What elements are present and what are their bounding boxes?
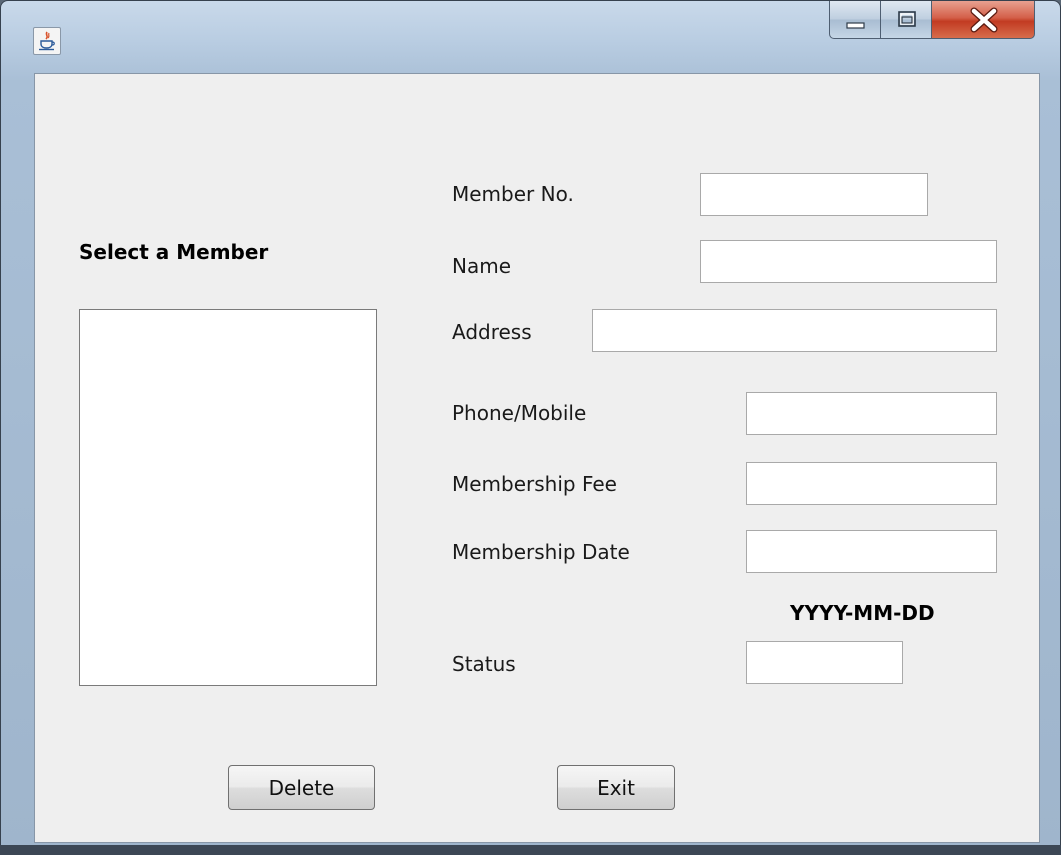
- membership-fee-label: Membership Fee: [452, 472, 617, 496]
- window-controls: [829, 1, 1035, 41]
- minimize-button[interactable]: [829, 1, 881, 39]
- member-no-input[interactable]: [700, 173, 928, 216]
- membership-date-label: Membership Date: [452, 540, 630, 564]
- membership-date-input[interactable]: [746, 530, 997, 573]
- phone-label: Phone/Mobile: [452, 401, 587, 425]
- application-window: Select a Member Member No. Name Address …: [0, 0, 1061, 855]
- exit-button[interactable]: Exit: [557, 765, 675, 810]
- address-label: Address: [452, 320, 532, 344]
- address-input[interactable]: [592, 309, 997, 352]
- member-no-label: Member No.: [452, 182, 574, 206]
- form-panel: Select a Member Member No. Name Address …: [34, 73, 1040, 843]
- close-button[interactable]: [931, 1, 1035, 39]
- membership-fee-input[interactable]: [746, 462, 997, 505]
- close-icon: [970, 7, 998, 33]
- maximize-button[interactable]: [880, 1, 932, 39]
- status-input[interactable]: [746, 641, 903, 684]
- select-member-heading: Select a Member: [79, 240, 269, 264]
- member-list[interactable]: [79, 309, 377, 686]
- desktop-background: [0, 845, 1061, 855]
- maximize-icon: [898, 11, 916, 27]
- status-label: Status: [452, 652, 516, 676]
- minimize-icon: [846, 22, 865, 29]
- phone-input[interactable]: [746, 392, 997, 435]
- java-cup-icon[interactable]: [33, 27, 61, 55]
- date-format-hint: YYYY-MM-DD: [790, 601, 935, 625]
- title-bar[interactable]: [1, 1, 1060, 73]
- delete-button[interactable]: Delete: [228, 765, 375, 810]
- name-input[interactable]: [700, 240, 997, 283]
- name-label: Name: [452, 254, 512, 278]
